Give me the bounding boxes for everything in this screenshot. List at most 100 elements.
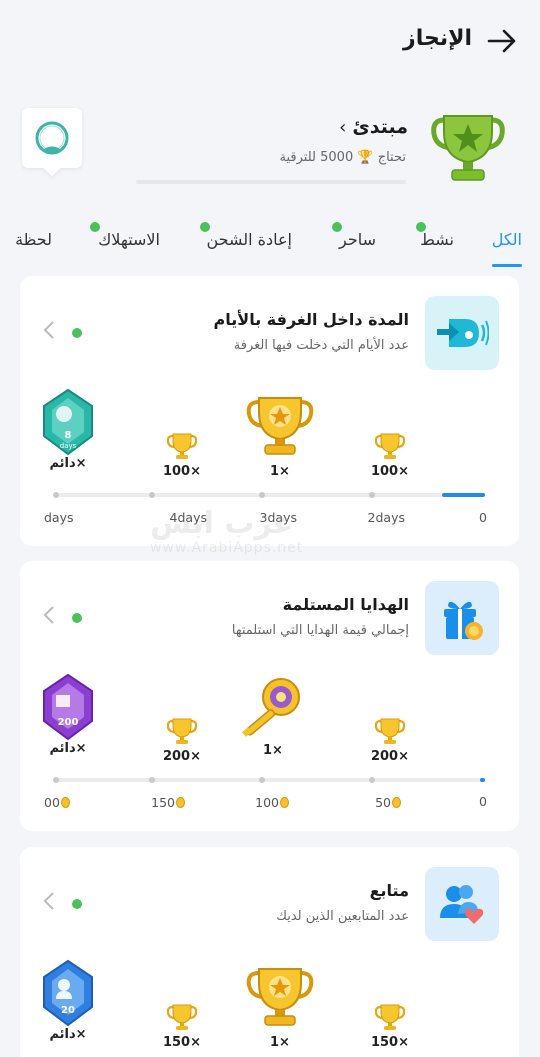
new-dot (72, 899, 82, 909)
tick-value: 100 (255, 795, 279, 810)
reward-label: دائم× (49, 1027, 87, 1042)
page-title: الإنجاز (403, 26, 472, 51)
reward-label: 100× (370, 464, 409, 479)
track-tick (259, 492, 265, 498)
trophy-icon (166, 1003, 198, 1035)
trophy-icon (245, 965, 315, 1031)
tab-all[interactable]: الكل (492, 230, 522, 249)
track-tick (53, 492, 59, 498)
track-tick (369, 777, 375, 783)
track-tick (259, 777, 265, 783)
tick-value: 150 (151, 795, 175, 810)
trophy-icon (374, 717, 406, 749)
tab-consumption[interactable]: الاستهلاك (98, 230, 160, 249)
tick-label: 00 (44, 795, 70, 810)
rank-name[interactable]: مبتدئ › (339, 116, 408, 138)
track-tick (149, 777, 155, 783)
card-title: الهدايا المستلمة (282, 595, 409, 614)
achievements-page: الإنجاز مبتدئ › تحتاج 🏆 5000 للترقية الك… (0, 0, 540, 1057)
achievement-card-followers[interactable]: متابع عدد المتابعين الذين لديك 150× 1× 1… (20, 847, 519, 1057)
card-title: المدة داخل الغرفة بالأيام (213, 310, 409, 329)
followers-badge-icon: 20 (43, 959, 93, 1027)
achievement-card-gifts[interactable]: الهدايا المستلمة إجمالي قيمة الهدايا الت… (20, 561, 519, 831)
reward-milestone: 100× (163, 432, 201, 479)
chevron-left-icon[interactable] (42, 891, 56, 911)
achievement-card-room-days[interactable]: المدة داخل الغرفة بالأيام عدد الأيام الت… (20, 276, 519, 546)
tick-label: days (44, 510, 74, 525)
trophy-icon (374, 432, 406, 464)
reward-milestone: 200× (163, 717, 201, 764)
arrow-right-icon[interactable] (486, 28, 518, 54)
new-dot (72, 328, 82, 338)
card-subtitle: إجمالي قيمة الهدايا التي استلمتها (231, 623, 409, 638)
trophy-icon (374, 1003, 406, 1035)
reward-milestone: 150× (163, 1003, 201, 1050)
rank-need-suffix: للترقية (279, 150, 316, 165)
coin-icon (392, 797, 401, 808)
tick-value: 00 (44, 795, 60, 810)
gift-icon (425, 581, 499, 655)
progress-track (53, 492, 485, 498)
reward-milestone: 1× (245, 394, 315, 479)
trophy-icon (166, 432, 198, 464)
gift-badge-icon: 200 (43, 673, 93, 741)
track-tick (369, 492, 375, 498)
tab-notification-dot (332, 222, 342, 232)
followers-icon (425, 867, 499, 941)
reward-label: 100× (162, 464, 201, 479)
tick-label: 0 (479, 794, 487, 809)
tick-value: 50 (375, 795, 391, 810)
ring-frame-icon (35, 121, 69, 155)
tab-notification-dot (90, 222, 100, 232)
chevron-right-icon: › (339, 116, 347, 138)
reward-milestone: 8 days دائم× (40, 388, 96, 471)
tick-label: 150 (151, 795, 185, 810)
card-title: متابع (369, 881, 409, 900)
rank-need-amount: 5000 (320, 150, 354, 165)
reward-label: دائم× (49, 741, 87, 756)
track-tick (53, 777, 59, 783)
chevron-left-icon[interactable] (42, 320, 56, 340)
reward-milestone: 200× (371, 717, 409, 764)
badge-number: 8 (65, 430, 72, 441)
trophy-icon (166, 717, 198, 749)
coin-icon (176, 797, 185, 808)
track-tick (149, 492, 155, 498)
rank-requirement: تحتاج 🏆 5000 للترقية (280, 150, 406, 165)
badge-unit: days (60, 442, 77, 450)
tab-moment[interactable]: لحظة (15, 230, 52, 249)
tick-label: 0 (479, 510, 487, 525)
reward-milestone: 20 دائم× (40, 959, 96, 1042)
reward-label: 150× (370, 1035, 409, 1050)
tick-label: 50 (375, 795, 401, 810)
tick-label: 3days (259, 510, 297, 525)
progress-fill (441, 493, 485, 497)
tab-active[interactable]: نشط (420, 230, 454, 249)
reward-milestone: 100× (371, 432, 409, 479)
progress-fill (479, 778, 485, 782)
category-tabs: الكل نشط ساحر إعادة الشحن الاستهلاك لحظة (0, 222, 540, 272)
reward-label: 1× (263, 743, 283, 758)
new-dot (72, 613, 82, 623)
rank-section: مبتدئ › تحتاج 🏆 5000 للترقية (0, 100, 540, 200)
coin-icon (280, 797, 289, 808)
tick-label: 100 (255, 795, 289, 810)
tab-recharge[interactable]: إعادة الشحن (206, 230, 292, 249)
badge-number: 20 (61, 1005, 75, 1016)
trophy-icon (431, 115, 505, 181)
badge-number: 200 (58, 717, 79, 728)
rank-name-text: مبتدئ (352, 116, 408, 138)
reward-milestone: 200 دائم× (40, 673, 96, 756)
header: الإنجاز (0, 0, 540, 82)
progress-track (53, 777, 485, 783)
trophy-icon (245, 394, 315, 460)
reward-label: 1× (270, 1035, 290, 1050)
reward-label: 200× (370, 749, 409, 764)
tab-magician[interactable]: ساحر (339, 230, 376, 249)
coin-icon (60, 797, 70, 808)
chevron-left-icon[interactable] (42, 605, 56, 625)
reward-label: دائم× (49, 456, 87, 471)
cup-icon: 🏆 (357, 150, 374, 165)
tick-label: 4days (169, 510, 207, 525)
profile-frame-badge[interactable] (22, 108, 82, 168)
